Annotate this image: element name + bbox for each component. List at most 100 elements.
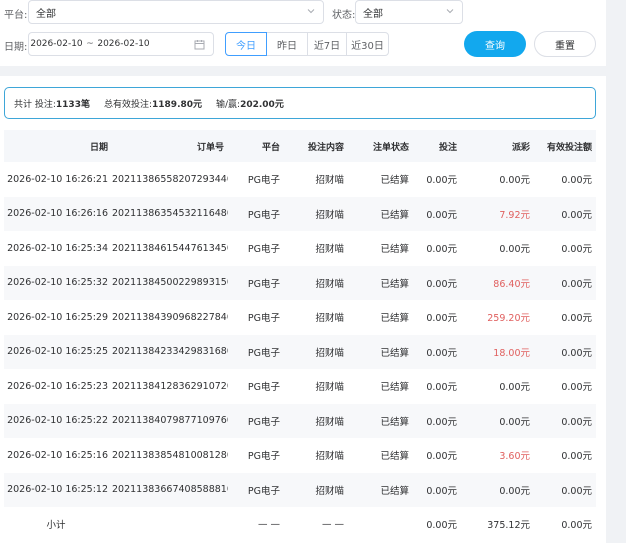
cell-date: 2026-02-10 16:25:16: [7, 449, 108, 461]
cell-status: 已结算: [380, 175, 409, 187]
cell-order-number: 20211384500229893150: [112, 265, 228, 300]
cell-platform: PG电子: [228, 403, 284, 438]
cell-bet: 0.00元: [413, 265, 461, 300]
cell-status: 已结算: [348, 472, 413, 507]
cell-date: 2026-02-10 16:25:23: [7, 380, 108, 392]
table-row: 2026-02-10 16:25:29 20211384390968227840 P…: [4, 300, 596, 335]
column-header: 有效投注额: [534, 130, 596, 162]
range-yesterday-button[interactable]: 昨日: [266, 32, 308, 56]
cell-status: 已结算: [348, 403, 413, 438]
cell-bet-content: 招财喵: [284, 196, 348, 231]
cell-platform: PG电子: [247, 451, 280, 463]
column-header: 投注内容: [284, 130, 348, 162]
cell-platform: PG电子: [228, 196, 284, 231]
table-row: 2026-02-10 16:25:16 20211383854810081280 P…: [4, 438, 596, 473]
table-row: 2026-02-10 16:25:12 20211383667408588810 P…: [4, 472, 596, 507]
cell-valid-bet: 0.00元: [534, 403, 596, 438]
cell-date: 2026-02-10 16:25:34: [7, 242, 108, 254]
cell-payout: 0.00元: [461, 403, 534, 438]
cell-date: 2026-02-10 16:26:16: [4, 196, 112, 231]
cell-valid-bet: 0.00元: [561, 175, 592, 187]
cell-payout: 18.00元: [461, 334, 534, 369]
cell-bet: 0.00元: [413, 196, 461, 231]
cell-date: 2026-02-10 16:26:21: [7, 173, 108, 185]
cell-valid-bet: 0.00元: [534, 334, 596, 369]
summary-bar: 共计 投注:1133笔 总有效投注:1189.80元 输/赢:202.00元: [4, 87, 596, 119]
platform-select[interactable]: 全部: [28, 0, 324, 24]
date-start[interactable]: 2026-02-10: [29, 39, 84, 49]
cell-valid-bet: 0.00元: [561, 313, 592, 325]
summary-win-loss: 输/赢:202.00元: [216, 99, 284, 110]
cell-bet: 0.00元: [426, 451, 457, 463]
cell-order-number: 20211384128362910720: [112, 380, 228, 392]
cell-platform: PG电子: [228, 265, 284, 300]
cell-bet: 0.00元: [426, 313, 457, 325]
column-header: 订单号: [112, 130, 228, 162]
table-header-row: 日期 订单号 平台 投注内容 注单状态 投注 派彩 有效投注额: [4, 130, 596, 162]
query-button[interactable]: 查询: [464, 31, 526, 57]
cell-status: 已结算: [348, 265, 413, 300]
cell-payout: 86.40元: [461, 265, 534, 300]
subtotal-bet: 0.00元: [413, 507, 461, 541]
summary-valid-bet: 总有效投注:1189.80元: [103, 99, 203, 110]
cell-order-number: 20211384079877109760: [112, 403, 228, 438]
date-end[interactable]: 2026-02-10: [96, 39, 151, 49]
results-panel: 共计 投注:1133笔 总有效投注:1189.80元 输/赢:202.00元 日…: [0, 76, 606, 543]
calendar-icon: [194, 40, 205, 50]
cell-order-number: 20211384615447613450: [112, 242, 228, 254]
cell-valid-bet: 0.00元: [561, 451, 592, 463]
cell-order-number: 20211384390968227840: [112, 311, 228, 323]
cell-status: 已结算: [348, 196, 413, 231]
table-row: 2026-02-10 16:25:22 20211384079877109760 P…: [4, 403, 596, 438]
cell-payout: 0.00元: [499, 175, 530, 187]
cell-bet: 0.00元: [426, 382, 457, 394]
subtotal-valid: 0.00元: [534, 507, 596, 541]
subtotal-content: — —: [284, 507, 348, 541]
platform-select-value: 全部: [36, 8, 56, 20]
status-select[interactable]: 全部: [355, 0, 463, 24]
table-row: 2026-02-10 16:25:25 20211384233429831680 P…: [4, 334, 596, 369]
status-select-value: 全部: [363, 8, 383, 20]
range-7days-button[interactable]: 近7日: [307, 32, 347, 56]
cell-status: 已结算: [380, 451, 409, 463]
cell-date: 2026-02-10 16:25:12: [4, 472, 112, 507]
cell-payout: 0.00元: [461, 472, 534, 507]
cell-bet-content: 招财喵: [284, 334, 348, 369]
date-range-separator: ~: [86, 39, 94, 49]
quick-range-group: 今日 昨日 近7日 近30日: [225, 32, 389, 56]
cell-status: 已结算: [380, 313, 409, 325]
cell-bet-content: 招财喵: [315, 175, 344, 187]
subtotal-row: 小计 — — — — 0.00元 375.12元 0.00元: [4, 507, 596, 541]
cell-bet-content: 招财喵: [315, 382, 344, 394]
range-30days-button[interactable]: 近30日: [346, 32, 389, 56]
cell-valid-bet: 0.00元: [561, 382, 592, 394]
cell-bet: 0.00元: [413, 472, 461, 507]
column-header: 日期: [4, 130, 112, 162]
date-label: 日期:: [4, 42, 28, 53]
cell-order-number: 20211383854810081280: [112, 449, 228, 461]
cell-bet: 0.00元: [413, 403, 461, 438]
subtotal-label: 小计: [4, 507, 112, 541]
chevron-down-icon: [307, 9, 315, 14]
cell-payout: 7.92元: [461, 196, 534, 231]
cell-bet-content: 招财喵: [284, 403, 348, 438]
column-header: 平台: [228, 130, 284, 162]
table-row: 2026-02-10 16:25:32 20211384500229893150 P…: [4, 265, 596, 300]
platform-label: 平台:: [4, 10, 28, 21]
cell-bet: 0.00元: [426, 244, 457, 256]
cell-valid-bet: 0.00元: [561, 244, 592, 256]
cell-payout: 0.00元: [499, 244, 530, 256]
cell-order-number: 20211386558207293440: [112, 173, 228, 185]
range-today-button[interactable]: 今日: [225, 32, 267, 56]
cell-payout: 259.20元: [487, 313, 530, 325]
cell-bet-content: 招财喵: [284, 265, 348, 300]
cell-payout: 3.60元: [499, 451, 530, 463]
cell-platform: PG电子: [247, 244, 280, 256]
cell-platform: PG电子: [247, 382, 280, 394]
reset-button[interactable]: 重置: [534, 31, 596, 57]
cell-payout: 0.00元: [499, 382, 530, 394]
table-row: 2026-02-10 16:25:23 20211384128362910720 P…: [4, 369, 596, 404]
cell-status: 已结算: [380, 244, 409, 256]
date-range-picker[interactable]: 2026-02-10 ~ 2026-02-10: [28, 32, 214, 56]
cell-platform: PG电子: [228, 472, 284, 507]
